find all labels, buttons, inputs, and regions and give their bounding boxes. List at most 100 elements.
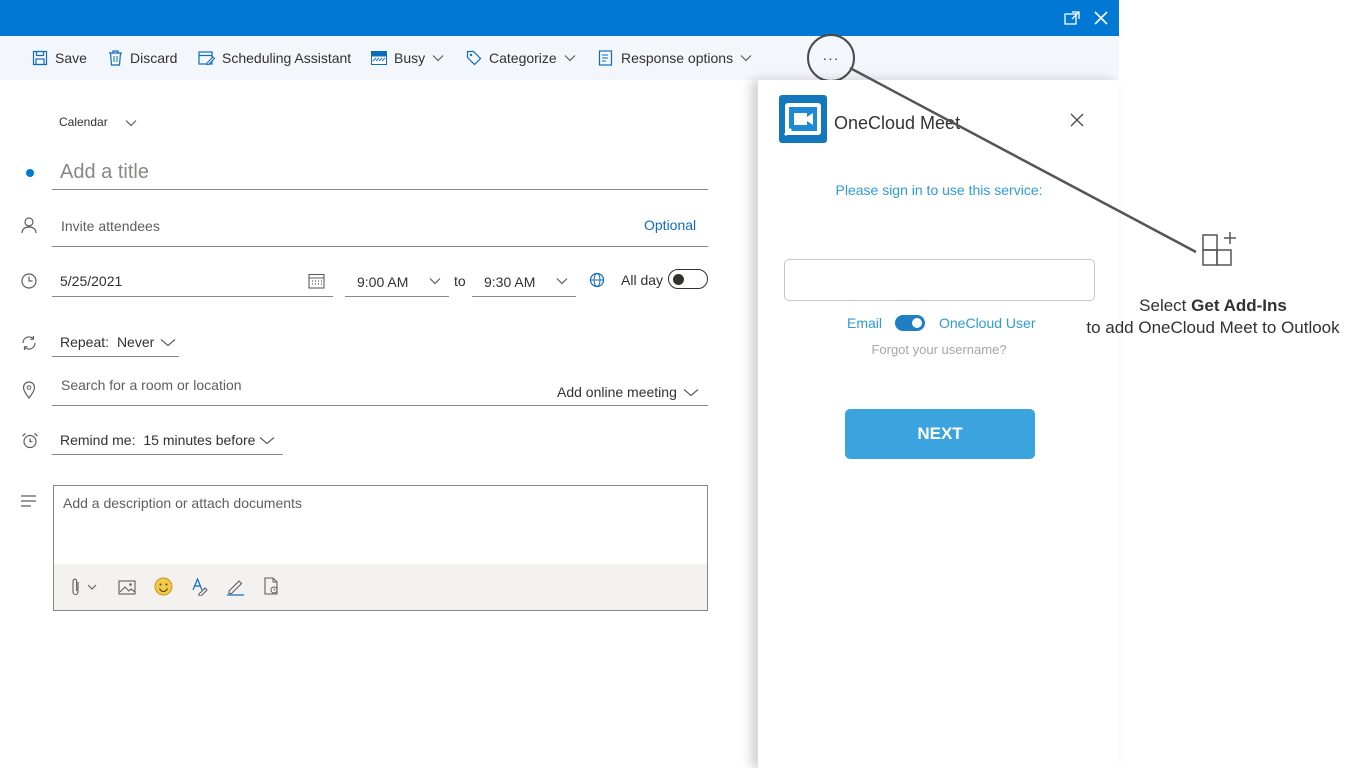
- onecloud-user-option-label: OneCloud User: [939, 315, 1036, 331]
- attendees-underline: [52, 246, 708, 247]
- categorize-label: Categorize: [489, 50, 557, 66]
- reminder-underline: [52, 454, 283, 455]
- repeat-icon: [20, 334, 38, 352]
- save-icon: [32, 50, 48, 66]
- toggle-knob: [673, 274, 684, 285]
- chevron-down-icon: [429, 278, 441, 285]
- show-as-dropdown[interactable]: Busy: [371, 36, 444, 80]
- callout-line-1: Select Get Add-Ins: [1080, 295, 1346, 317]
- callout-select: Select: [1139, 296, 1187, 315]
- addin-task-pane: OneCloud Meet Please sign in to use this…: [757, 80, 1119, 768]
- insert-document-icon[interactable]: [261, 576, 281, 597]
- response-options-label: Response options: [621, 50, 734, 66]
- chevron-down-icon: [160, 339, 176, 347]
- repeat-label: Repeat:: [60, 334, 110, 350]
- discard-label: Discard: [130, 50, 178, 66]
- event-form: Calendar Add a title Invite attendees Op…: [0, 80, 757, 768]
- response-options-dropdown[interactable]: Response options: [598, 36, 752, 80]
- start-date-input[interactable]: 5/25/2021: [60, 273, 122, 289]
- insert-image-icon[interactable]: [117, 577, 137, 597]
- location-underline: [52, 405, 708, 406]
- chevron-down-icon: [432, 55, 444, 62]
- email-option-label: Email: [847, 315, 883, 331]
- login-type-toggle[interactable]: [895, 315, 925, 331]
- more-options-button[interactable]: ···: [807, 34, 855, 82]
- end-time-dropdown[interactable]: 9:30 AM: [484, 274, 535, 290]
- description-input[interactable]: Add a description or attach documents: [63, 495, 302, 511]
- tag-icon: [466, 50, 482, 66]
- date-underline: [52, 296, 333, 297]
- location-input[interactable]: Search for a room or location: [61, 377, 242, 393]
- calendar-selector[interactable]: Calendar: [59, 115, 137, 129]
- forgot-username-link[interactable]: Forgot your username?: [758, 342, 1120, 357]
- title-input[interactable]: Add a title: [60, 161, 149, 184]
- online-meeting-label: Add online meeting: [557, 384, 677, 400]
- next-button[interactable]: NEXT: [845, 409, 1035, 459]
- addin-title: OneCloud Meet: [834, 113, 961, 133]
- description-editor[interactable]: Add a description or attach documents: [53, 485, 708, 611]
- window-titlebar: [0, 0, 1119, 36]
- attendees-input[interactable]: Invite attendees: [61, 218, 160, 234]
- text-format-icon[interactable]: [190, 576, 210, 597]
- reminder-dropdown[interactable]: Remind me: 15 minutes before: [60, 432, 275, 448]
- chevron-down-icon: [683, 389, 699, 397]
- start-time-dropdown[interactable]: 9:00 AM: [357, 274, 408, 290]
- paperclip-icon: [72, 578, 97, 596]
- categorize-dropdown[interactable]: Categorize: [466, 36, 576, 80]
- person-icon: [20, 216, 38, 234]
- trash-icon: [109, 50, 122, 66]
- all-day-toggle[interactable]: [668, 269, 708, 289]
- busy-label: Busy: [394, 50, 426, 66]
- time-zone-icon[interactable]: [588, 271, 606, 289]
- toggle-knob: [912, 318, 922, 328]
- discard-button[interactable]: Discard: [108, 36, 177, 80]
- all-day-label: All day: [621, 272, 664, 288]
- close-pane-icon[interactable]: [1068, 111, 1086, 129]
- callout-text: Select Get Add-Ins to add OneCloud Meet …: [1080, 295, 1346, 339]
- calendar-label: Calendar: [59, 115, 108, 129]
- chevron-down-icon: [259, 437, 275, 445]
- response-options-icon: [598, 50, 613, 66]
- optional-attendees-link[interactable]: Optional: [644, 217, 696, 233]
- calendar-color-dot: [26, 169, 34, 177]
- title-underline: [52, 189, 708, 190]
- signin-prompt: Please sign in to use this service:: [835, 182, 1043, 198]
- add-online-meeting-dropdown[interactable]: Add online meeting: [557, 384, 699, 400]
- signature-pen-icon[interactable]: [225, 576, 245, 597]
- scheduling-label: Scheduling Assistant: [222, 50, 352, 66]
- alarm-clock-icon: [20, 431, 39, 449]
- next-label: NEXT: [917, 424, 963, 443]
- callout-bold: Get Add-Ins: [1191, 296, 1287, 315]
- attach-button[interactable]: [68, 577, 100, 597]
- command-toolbar: Save Discard Scheduling Assistant Busy C…: [0, 36, 1119, 80]
- chevron-down-icon: [125, 119, 137, 127]
- onecloud-logo-icon: [779, 95, 827, 143]
- save-button[interactable]: Save: [32, 36, 87, 80]
- start-time-underline: [345, 296, 449, 297]
- repeat-value: Never: [116, 334, 155, 350]
- chevron-down-icon: [556, 278, 568, 285]
- clock-icon: [20, 272, 38, 290]
- formatting-toolbar: [54, 564, 707, 610]
- callout-line-2: to add OneCloud Meet to Outlook: [1086, 318, 1340, 337]
- repeat-underline: [52, 356, 179, 357]
- calendar-picker-icon[interactable]: [307, 272, 325, 290]
- emoji-icon[interactable]: [153, 576, 174, 597]
- username-input[interactable]: [784, 259, 1095, 301]
- busy-status-icon: [371, 51, 387, 65]
- calendar-edit-icon: [198, 51, 215, 66]
- popout-icon[interactable]: [1062, 8, 1082, 28]
- end-time-underline: [472, 296, 576, 297]
- scheduling-assistant-button[interactable]: Scheduling Assistant: [198, 36, 351, 80]
- repeat-dropdown[interactable]: Repeat: Never: [60, 334, 176, 350]
- chevron-down-icon: [740, 55, 752, 62]
- save-label: Save: [55, 50, 87, 66]
- location-pin-icon: [20, 380, 38, 400]
- remind-value: 15 minutes before: [143, 432, 256, 448]
- remind-label: Remind me:: [60, 432, 136, 448]
- description-lines-icon: [19, 494, 37, 508]
- chevron-down-icon: [564, 55, 576, 62]
- more-options-label: ···: [822, 50, 840, 66]
- close-icon[interactable]: [1091, 8, 1111, 28]
- to-label: to: [454, 273, 466, 289]
